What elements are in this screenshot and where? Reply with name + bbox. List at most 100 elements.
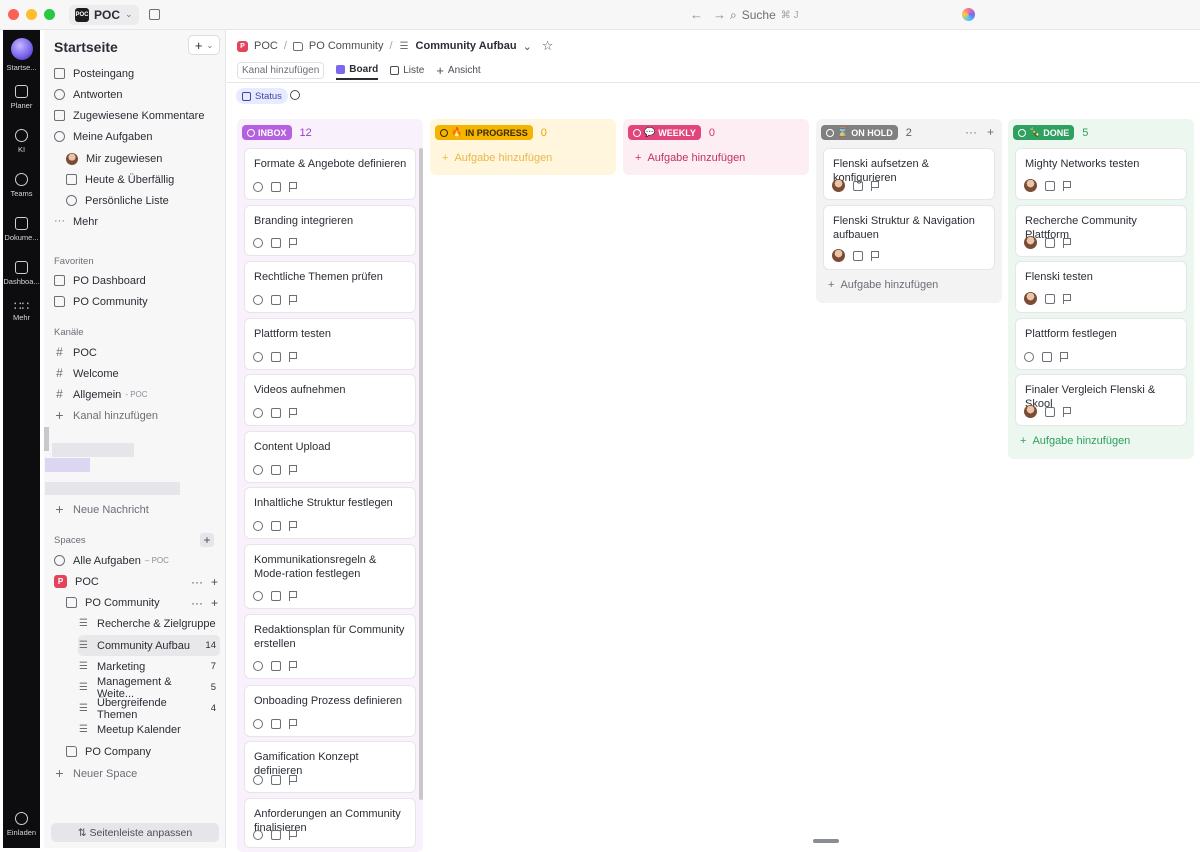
customize-sidebar-button[interactable]: ⇅ Seitenleiste anpassen bbox=[51, 823, 219, 842]
sidebar-item-po-dashboard[interactable]: PO Dashboard bbox=[54, 270, 220, 291]
assignee-avatar[interactable] bbox=[1024, 405, 1037, 418]
task-card[interactable]: Gamification Konzept definieren bbox=[244, 741, 416, 793]
sidebar-item-assigned-to-me[interactable]: Mir zugewiesen bbox=[66, 148, 220, 169]
status-pill[interactable]: ⌛ ON HOLD bbox=[821, 125, 898, 140]
assign-user-icon[interactable] bbox=[253, 295, 263, 305]
assignee-avatar[interactable] bbox=[832, 179, 845, 192]
priority-flag-icon[interactable] bbox=[289, 661, 297, 671]
status-pill[interactable]: 🔥 IN PROGRESS bbox=[435, 125, 533, 140]
status-pill[interactable]: INBOX bbox=[242, 125, 292, 140]
sidebar-list-recherche[interactable]: ☰ Recherche & Zielgruppe bbox=[78, 613, 220, 634]
sidebar-channel-poc[interactable]: # POC bbox=[54, 342, 220, 363]
priority-flag-icon[interactable] bbox=[871, 180, 879, 191]
priority-flag-icon[interactable] bbox=[1063, 406, 1071, 417]
board-horizontal-scrollbar[interactable] bbox=[813, 839, 839, 843]
priority-flag-icon[interactable] bbox=[289, 775, 297, 785]
sidebar-item-all-tasks[interactable]: Alle Aufgaben – POC bbox=[54, 550, 220, 571]
breadcrumb-space[interactable]: POC bbox=[254, 40, 278, 52]
more-dots-icon[interactable]: ··· bbox=[965, 125, 977, 139]
due-date-calendar-icon[interactable] bbox=[1045, 237, 1055, 248]
add-task-button[interactable]: + Aufgabe hinzufügen bbox=[635, 152, 745, 164]
minimize-window-button[interactable] bbox=[26, 9, 37, 20]
breadcrumb-folder[interactable]: PO Community bbox=[309, 40, 384, 52]
rail-ai[interactable]: KI bbox=[3, 129, 40, 154]
add-channel-button[interactable]: + Kanal hinzufügen bbox=[54, 405, 220, 426]
rail-docs[interactable]: Dokume... bbox=[3, 217, 40, 242]
priority-flag-icon[interactable] bbox=[1063, 237, 1071, 248]
due-date-calendar-icon[interactable] bbox=[271, 238, 281, 248]
sidebar-item-more[interactable]: ··· Mehr bbox=[54, 211, 220, 232]
assignee-avatar[interactable] bbox=[1024, 236, 1037, 249]
task-card[interactable]: Videos aufnehmen bbox=[244, 374, 416, 426]
priority-flag-icon[interactable] bbox=[1063, 293, 1071, 304]
task-card[interactable]: Anforderungen an Community finalisieren bbox=[244, 798, 416, 848]
due-date-calendar-icon[interactable] bbox=[853, 180, 863, 191]
workspace-switcher[interactable]: POC POC ⌄ bbox=[69, 4, 139, 25]
add-space-plus-button[interactable]: + bbox=[200, 533, 214, 547]
tab-list[interactable]: Liste bbox=[390, 60, 424, 80]
more-dots-icon[interactable]: ··· bbox=[191, 575, 203, 589]
priority-flag-icon[interactable] bbox=[289, 719, 297, 729]
task-card[interactable]: Redaktionsplan für Community erstellen bbox=[244, 614, 416, 679]
add-task-button[interactable]: + Aufgabe hinzufügen bbox=[828, 279, 938, 291]
add-task-button[interactable]: + Aufgabe hinzufügen bbox=[442, 152, 552, 164]
rail-home[interactable]: Startse... bbox=[3, 38, 40, 72]
task-card[interactable]: Finaler Vergleich Flenski & Skool bbox=[1015, 374, 1187, 426]
favorite-star-icon[interactable]: ☆ bbox=[542, 38, 554, 54]
due-date-calendar-icon[interactable] bbox=[1045, 406, 1055, 417]
due-date-calendar-icon[interactable] bbox=[1045, 180, 1055, 191]
task-card[interactable]: Flenski aufsetzen & konfigurieren bbox=[823, 148, 995, 200]
create-new-button[interactable]: + ⌄ bbox=[188, 35, 220, 55]
sidebar-list-meetup[interactable]: ☰ Meetup Kalender bbox=[78, 719, 220, 740]
sidebar-list-management[interactable]: ☰ Management & Weite... 5 bbox=[78, 676, 220, 700]
sidebar-item-assigned-comments[interactable]: Zugewiesene Kommentare bbox=[54, 105, 220, 126]
add-channel-chip[interactable]: Kanal hinzufügen bbox=[237, 61, 325, 79]
assign-user-icon[interactable] bbox=[253, 719, 263, 729]
add-task-button[interactable]: + Aufgabe hinzufügen bbox=[1020, 435, 1130, 447]
assign-user-icon[interactable] bbox=[253, 238, 263, 248]
plus-icon[interactable]: + bbox=[211, 596, 218, 610]
more-dots-icon[interactable]: ··· bbox=[191, 596, 203, 610]
add-view-button[interactable]: + Ansicht bbox=[436, 60, 480, 80]
priority-flag-icon[interactable] bbox=[289, 591, 297, 601]
sidebar-space-poc[interactable]: P POC ··· + bbox=[54, 571, 220, 592]
rail-more[interactable]: ∷∷ Mehr bbox=[3, 300, 40, 322]
due-date-calendar-icon[interactable] bbox=[271, 182, 281, 192]
priority-flag-icon[interactable] bbox=[289, 295, 297, 305]
assign-user-icon[interactable] bbox=[253, 830, 263, 840]
zoom-window-button[interactable] bbox=[44, 9, 55, 20]
rail-dashboards[interactable]: Dashboa... bbox=[3, 261, 40, 286]
group-by-status-chip[interactable]: Status bbox=[236, 88, 288, 104]
back-arrow-icon[interactable]: ← bbox=[690, 7, 703, 22]
sidebar-item-today-overdue[interactable]: Heute & Überfällig bbox=[66, 169, 220, 190]
rail-invite[interactable]: Einladen bbox=[3, 812, 40, 837]
breadcrumb-current-list[interactable]: Community Aufbau bbox=[416, 40, 517, 52]
priority-flag-icon[interactable] bbox=[289, 352, 297, 362]
assignee-avatar[interactable] bbox=[832, 249, 845, 262]
due-date-calendar-icon[interactable] bbox=[853, 250, 863, 261]
assign-user-icon[interactable] bbox=[253, 521, 263, 531]
ai-brain-icon[interactable] bbox=[962, 8, 975, 21]
sidebar-item-personal-list[interactable]: Persönliche Liste bbox=[66, 190, 220, 211]
rail-planner[interactable]: Planer bbox=[3, 85, 40, 110]
due-date-calendar-icon[interactable] bbox=[271, 408, 281, 418]
due-date-calendar-icon[interactable] bbox=[271, 830, 281, 840]
task-card[interactable]: Recherche Community Plattform bbox=[1015, 205, 1187, 257]
assign-user-icon[interactable] bbox=[253, 408, 263, 418]
new-space-button[interactable]: + Neuer Space bbox=[54, 763, 220, 784]
due-date-calendar-icon[interactable] bbox=[1045, 293, 1055, 304]
priority-flag-icon[interactable] bbox=[289, 830, 297, 840]
sidebar-list-marketing[interactable]: ☰ Marketing 7 bbox=[78, 656, 220, 677]
due-date-calendar-icon[interactable] bbox=[271, 775, 281, 785]
priority-flag-icon[interactable] bbox=[289, 238, 297, 248]
task-card[interactable]: Onboading Prozess definieren bbox=[244, 685, 416, 737]
task-card[interactable]: Branding integrieren bbox=[244, 205, 416, 256]
assign-user-icon[interactable] bbox=[253, 591, 263, 601]
chevron-down-icon[interactable]: ⌄ bbox=[523, 40, 532, 53]
status-pill[interactable]: 💬 WEEKLY bbox=[628, 125, 701, 140]
priority-flag-icon[interactable] bbox=[289, 182, 297, 192]
priority-flag-icon[interactable] bbox=[871, 250, 879, 261]
task-card[interactable]: Formate & Angebote definieren bbox=[244, 148, 416, 200]
sidebar-item-inbox[interactable]: Posteingang bbox=[54, 63, 220, 84]
task-card[interactable]: Inhaltliche Struktur festlegen bbox=[244, 487, 416, 539]
